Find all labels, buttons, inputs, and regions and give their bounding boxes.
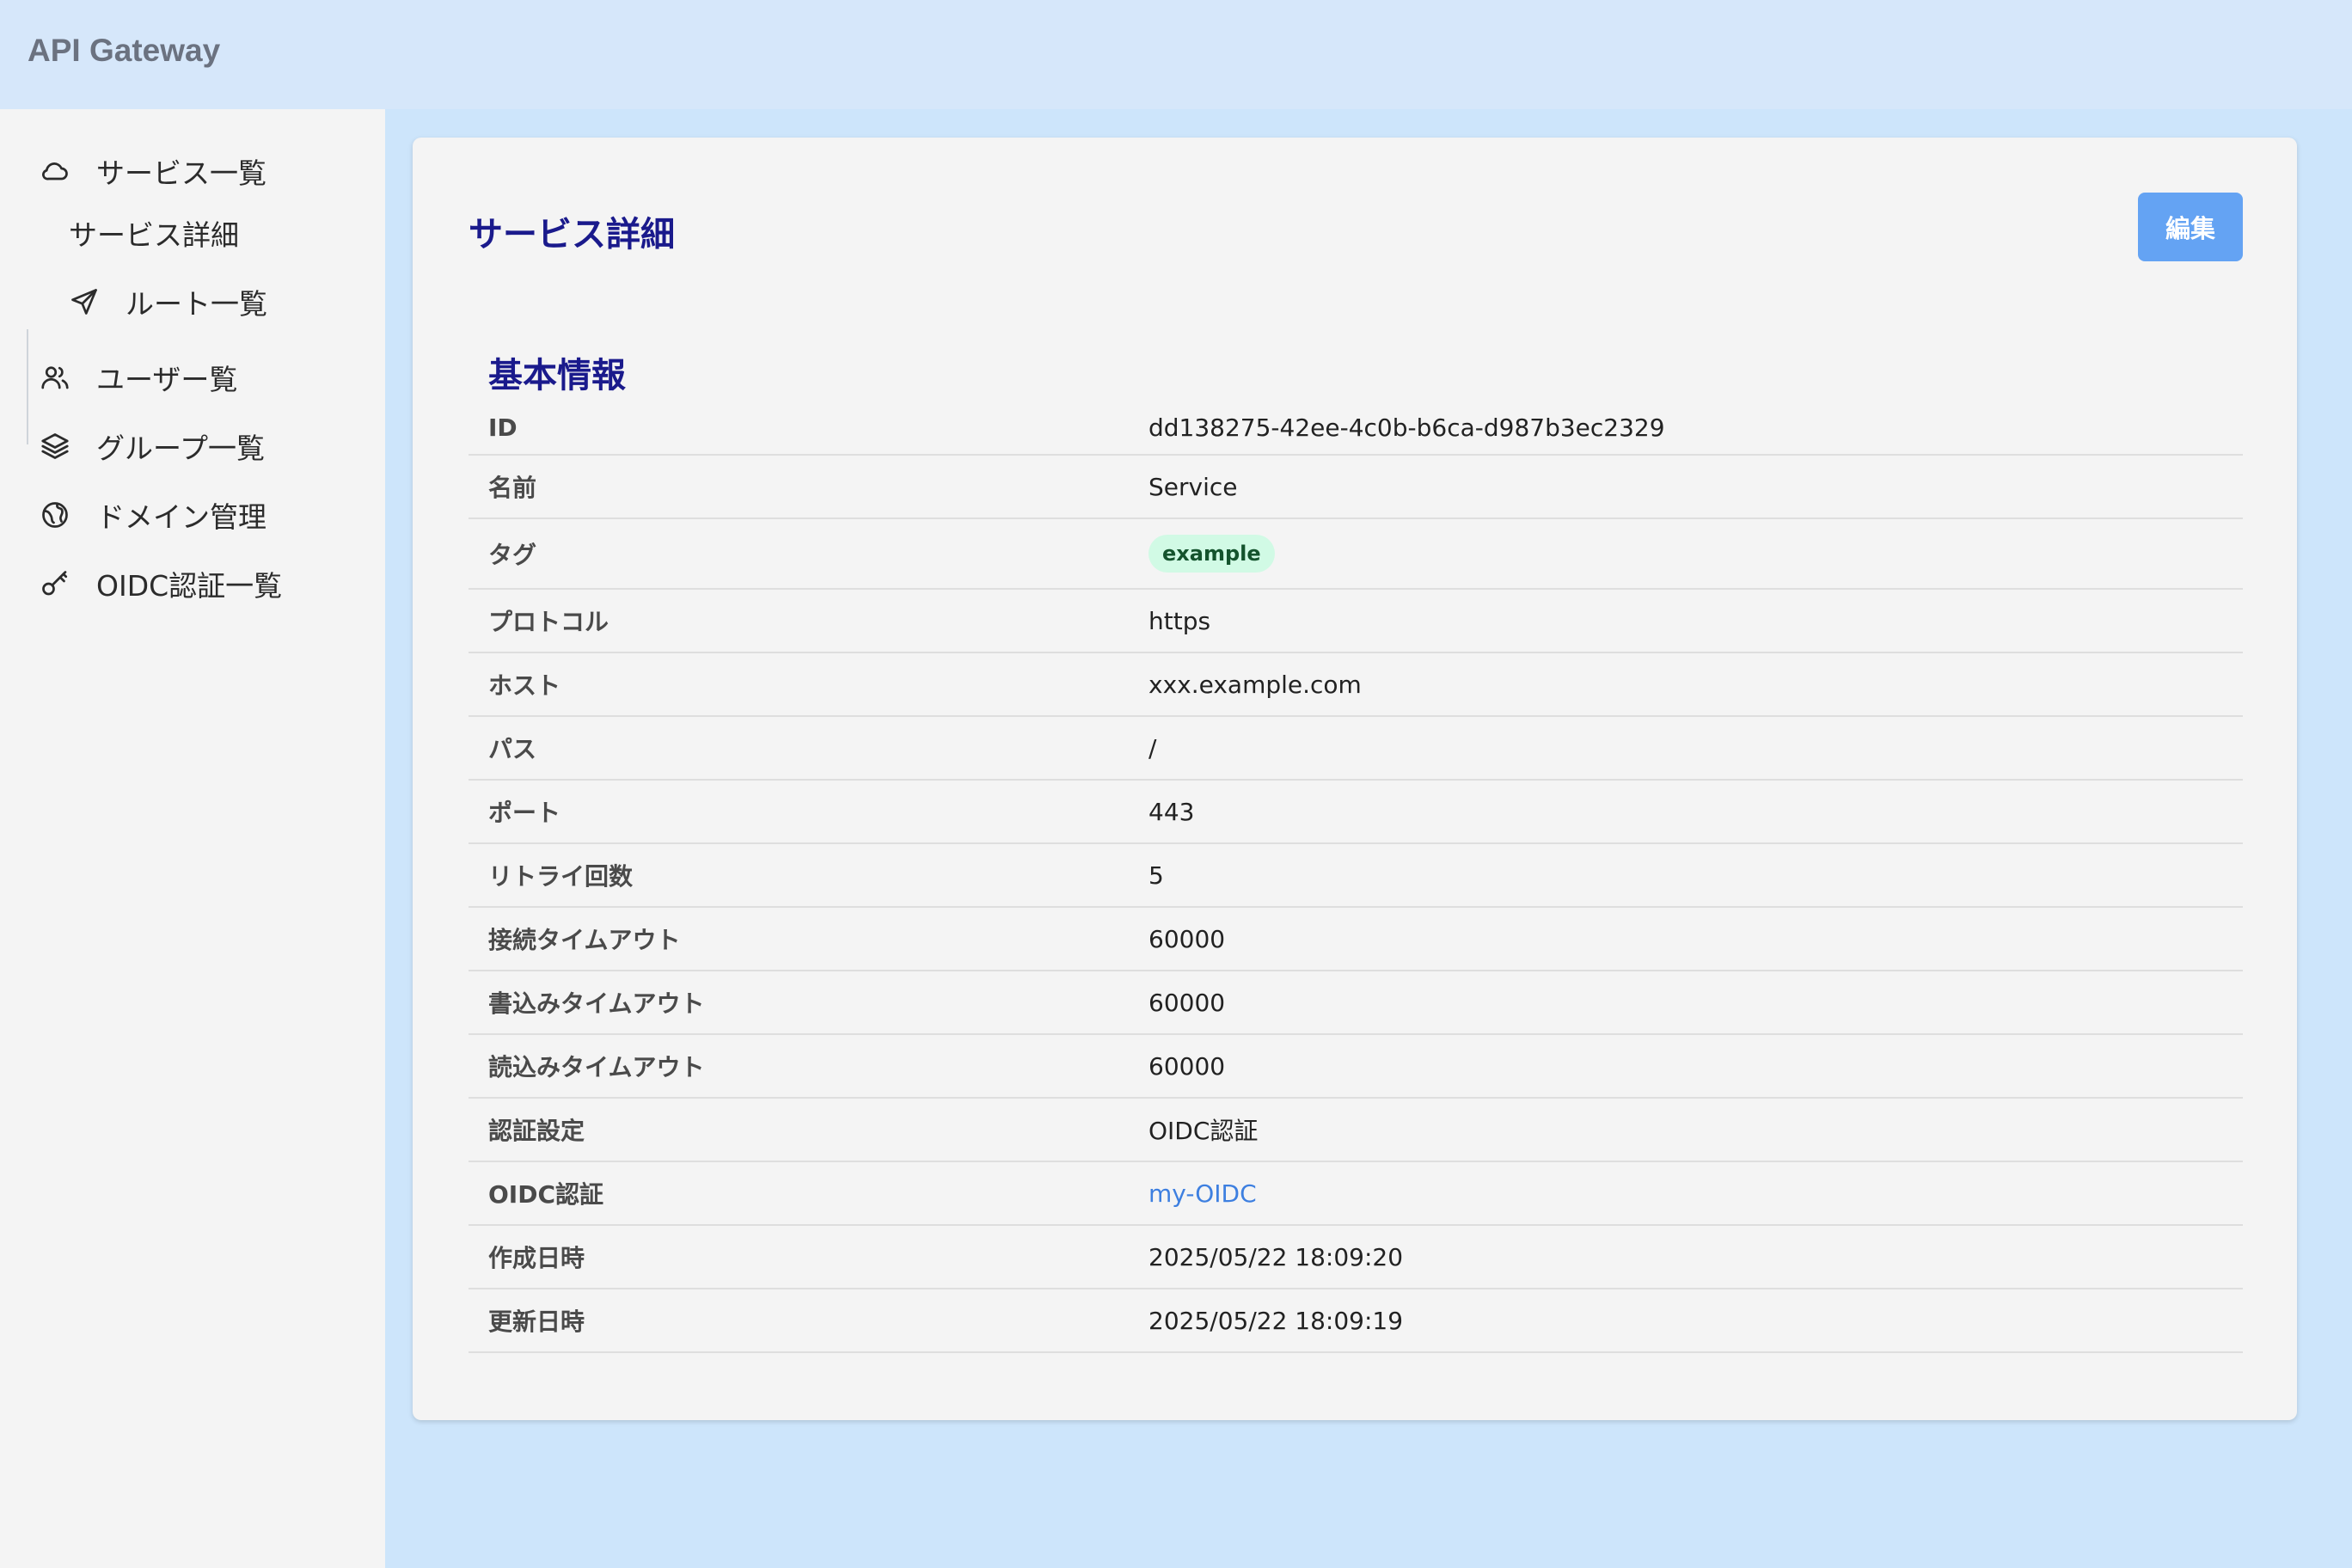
sidebar-item-routes[interactable]: ルート一覧	[67, 276, 267, 328]
oidc-link[interactable]: my-OIDC	[1148, 1179, 1257, 1208]
sidebar-item-label: ユーザー覧	[96, 363, 238, 396]
table-row: OIDC認証 my-OIDC	[469, 1162, 2243, 1226]
sidebar: サービス一覧 サービス詳細 ルート一覧 ユーザー覧 グループ一覧 ドメイン管理 …	[0, 109, 385, 1568]
table-row: 認証設定 OIDC認証	[469, 1099, 2243, 1162]
sidebar-item-label: サービス詳細	[69, 218, 239, 252]
sidebar-item-label: グループ一覧	[96, 432, 266, 465]
row-label: パス	[488, 735, 537, 763]
row-label: ID	[488, 413, 518, 442]
row-value: https	[1148, 606, 1211, 635]
row-value: Service	[1148, 472, 1238, 501]
sidebar-item-users[interactable]: ユーザー覧	[38, 352, 237, 403]
app-title: API Gateway	[28, 33, 221, 68]
sidebar-item-label: OIDC認証一覧	[96, 569, 283, 603]
row-label: OIDC認証	[488, 1180, 604, 1209]
row-value: OIDC認証	[1148, 1117, 1259, 1145]
sidebar-item-oidc[interactable]: OIDC認証一覧	[38, 558, 282, 609]
layers-icon	[38, 429, 72, 463]
sidebar-item-label: ドメイン管理	[96, 500, 266, 534]
row-label: 作成日時	[488, 1244, 585, 1272]
users-icon	[38, 360, 72, 395]
globe-icon	[38, 498, 72, 532]
row-label: ホスト	[488, 671, 561, 700]
row-label: 接続タイムアウト	[488, 926, 681, 954]
table-row: 書込みタイムアウト 60000	[469, 971, 2243, 1035]
row-value: 60000	[1148, 988, 1226, 1017]
row-value: 5	[1148, 861, 1164, 890]
tag-badge: example	[1148, 535, 1275, 573]
section-title: 基本情報	[488, 356, 626, 395]
row-label: リトライ回数	[488, 862, 634, 891]
table-row: プロトコル https	[469, 590, 2243, 653]
row-label: プロトコル	[488, 608, 609, 636]
row-value: 2025/05/22 18:09:19	[1148, 1306, 1404, 1335]
row-label: 名前	[488, 474, 537, 502]
row-label: タグ	[488, 541, 537, 569]
row-label: 更新日時	[488, 1308, 585, 1336]
sidebar-item-label: サービス一覧	[96, 156, 266, 190]
row-value: 60000	[1148, 924, 1226, 953]
sidebar-item-label: ルート一覧	[126, 287, 267, 321]
row-value: 60000	[1148, 1051, 1226, 1081]
table-row: 読込みタイムアウト 60000	[469, 1035, 2243, 1099]
sidebar-item-groups[interactable]: グループ一覧	[38, 420, 265, 472]
row-value: 2025/05/22 18:09:20	[1148, 1242, 1404, 1271]
table-row: 更新日時 2025/05/22 18:09:19	[469, 1289, 2243, 1353]
table-row: ポート 443	[469, 781, 2243, 844]
sidebar-item-services[interactable]: サービス一覧	[38, 145, 266, 197]
cloud-icon	[38, 154, 72, 188]
table-row: ID dd138275-42ee-4c0b-b6ca-d987b3ec2329	[469, 401, 2243, 456]
key-icon	[38, 567, 72, 601]
sidebar-item-service-detail[interactable]: サービス詳細	[69, 207, 239, 259]
table-row: タグ example	[469, 519, 2243, 590]
send-icon	[67, 285, 101, 319]
row-value: dd138275-42ee-4c0b-b6ca-d987b3ec2329	[1148, 413, 1665, 442]
row-label: 書込みタイムアウト	[488, 989, 705, 1018]
table-row: ホスト xxx.example.com	[469, 653, 2243, 717]
table-row: 接続タイムアウト 60000	[469, 908, 2243, 971]
row-label: 認証設定	[488, 1117, 585, 1145]
service-detail-card: サービス詳細 編集 基本情報 ID dd138275-42ee-4c0b-b6c…	[413, 138, 2297, 1420]
sidebar-item-domains[interactable]: ドメイン管理	[38, 489, 266, 541]
page-title: サービス詳細	[469, 215, 675, 254]
edit-button[interactable]: 編集	[2138, 193, 2243, 261]
table-row: パス /	[469, 717, 2243, 781]
table-row: 名前 Service	[469, 456, 2243, 519]
row-value: xxx.example.com	[1148, 670, 1362, 699]
submenu-indicator	[27, 329, 28, 444]
row-value: /	[1148, 733, 1157, 763]
table-row: 作成日時 2025/05/22 18:09:20	[469, 1226, 2243, 1289]
table-row: リトライ回数 5	[469, 844, 2243, 908]
top-bar: API Gateway	[0, 0, 2352, 109]
detail-table: ID dd138275-42ee-4c0b-b6ca-d987b3ec2329 …	[469, 401, 2243, 1353]
row-label: 読込みタイムアウト	[488, 1053, 705, 1081]
row-label: ポート	[488, 799, 561, 827]
row-value: 443	[1148, 797, 1195, 826]
